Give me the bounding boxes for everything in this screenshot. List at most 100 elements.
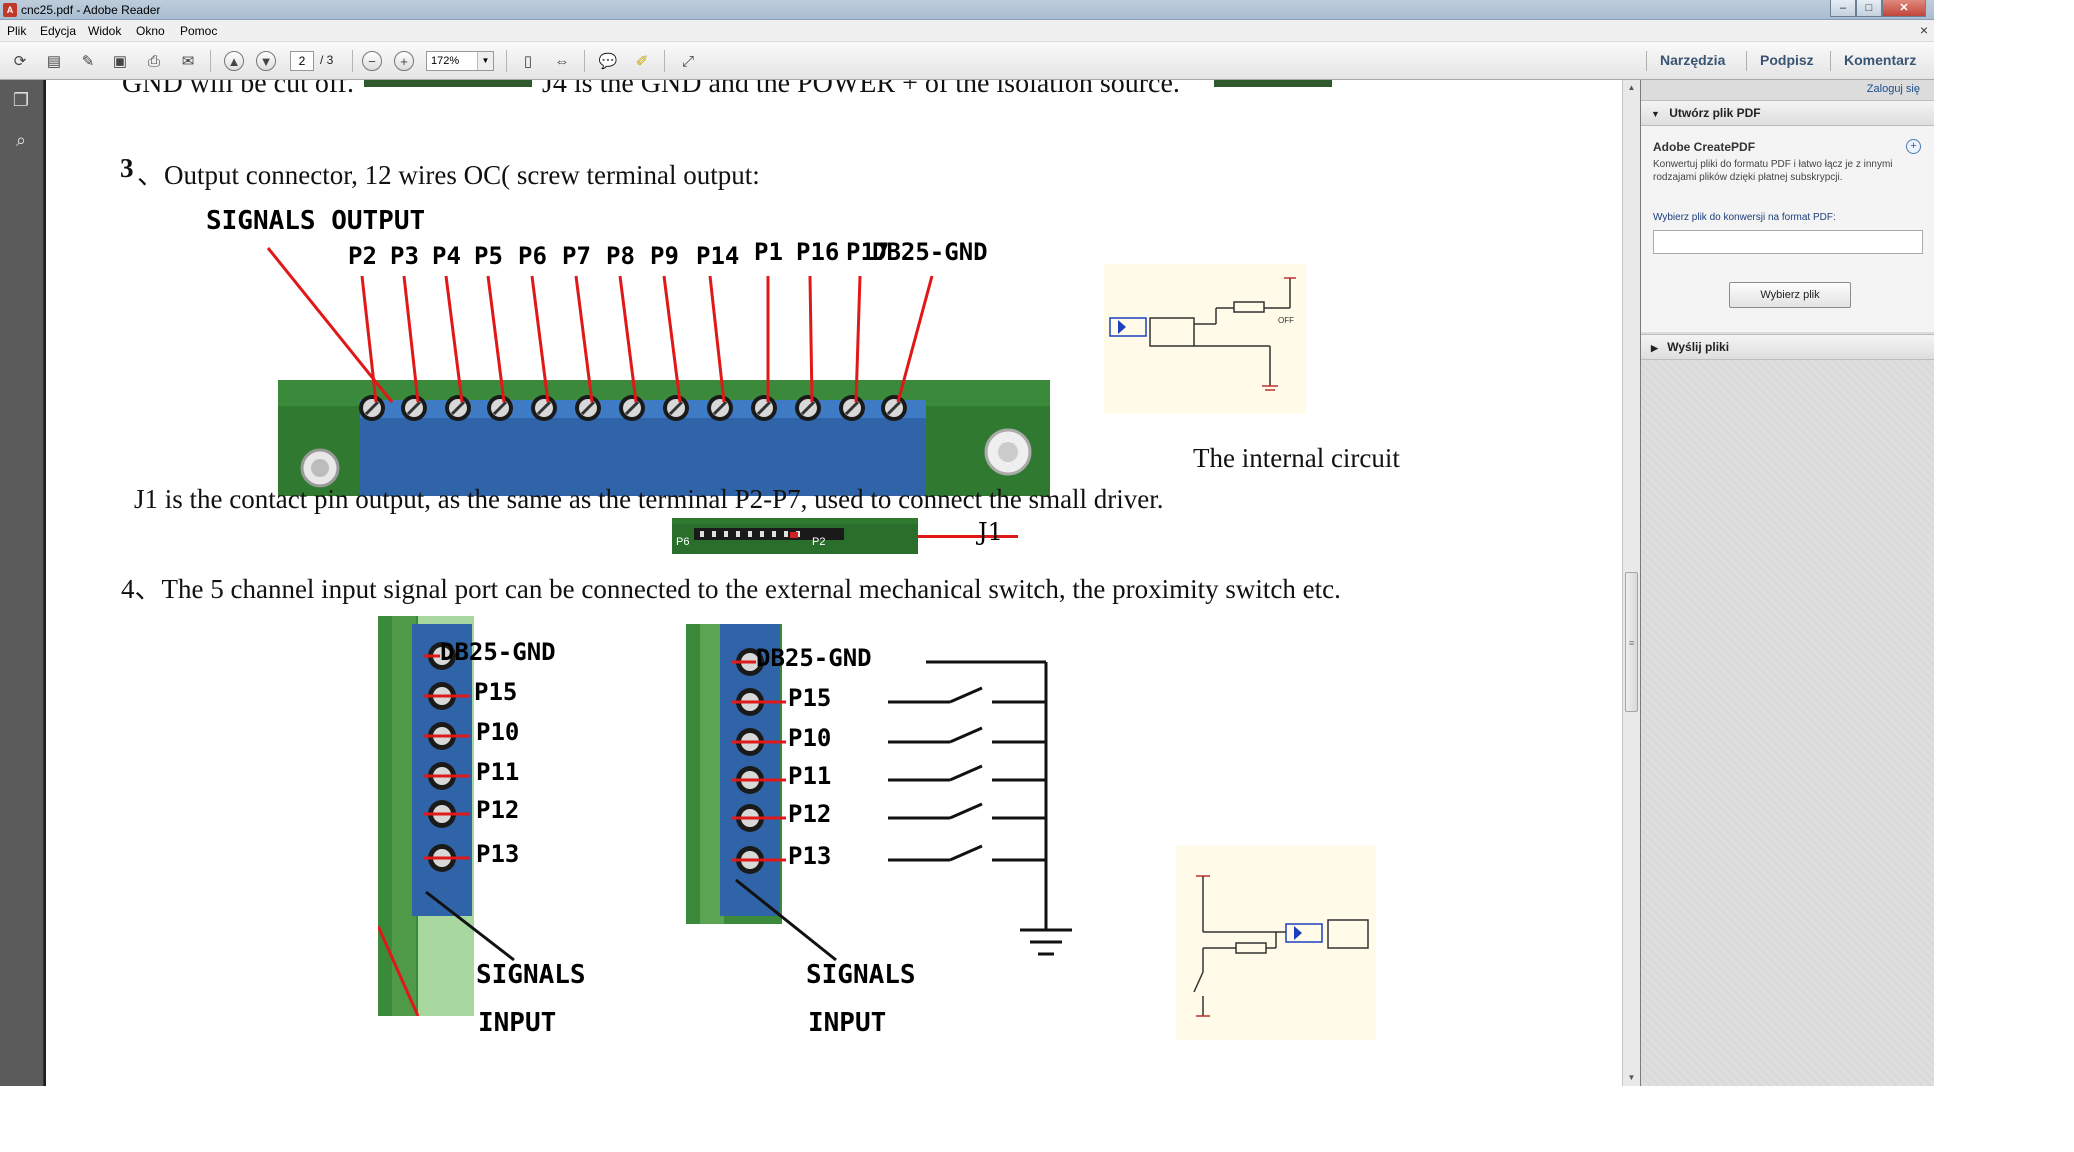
attachments-icon[interactable]: ⌕ [10,130,32,154]
switch-contact [949,686,983,704]
input-pin-label: P12 [476,796,520,824]
menu-edycja[interactable]: Edycja [40,24,76,38]
output-pin-label: P7 [562,242,591,270]
switch-contact [949,726,983,744]
chevron-right-icon: ▶ [1651,343,1658,353]
create-pdf-title: Utwórz plik PDF [1669,106,1761,120]
create-icon[interactable]: ⟳ [8,49,32,73]
login-link[interactable]: Zaloguj się [1867,83,1920,95]
service-description: Konwertuj pliki do formatu PDF i łatwo ł… [1653,159,1893,183]
print-icon[interactable]: ⎙ [142,49,166,73]
output-pin-label: P8 [606,242,635,270]
full-screen-icon[interactable]: ⤢ [676,49,700,73]
menu-okno[interactable]: Okno [136,24,165,38]
circuit-off-label: OFF [1278,316,1294,325]
document-view[interactable]: GND will be cut off. J4 is the GND and t… [44,80,1622,1086]
menu-plik[interactable]: Plik [7,24,26,38]
output-pin-label: P4 [432,242,461,270]
fit-width-icon[interactable]: ⇔ [550,49,574,73]
create-pdf-panel-header[interactable]: ▼ Utwórz plik PDF [1641,100,1934,126]
section-3-heading: 、Output connector, 12 wires OC( screw te… [137,160,760,190]
pdf-file-icon[interactable]: ▤ [42,49,66,73]
chevron-down-icon: ▼ [1651,109,1660,119]
toolbar-separator [352,50,353,72]
window-controls: – □ ✕ [1830,0,1926,18]
output-pin-label: DB25-GND [872,238,988,266]
output-pin-label: P14 [696,242,740,270]
input-pin-label: P12 [788,800,832,828]
output-pin-label: P16 [796,238,840,266]
highlight-icon[interactable]: ✐ [630,49,654,73]
vertical-scrollbar[interactable]: ▲ ≡ ▼ [1622,80,1640,1086]
send-files-panel-header[interactable]: ▶ Wyślij pliki [1641,334,1934,360]
save-icon[interactable]: ▣ [108,49,132,73]
close-window-button[interactable]: ✕ [1882,0,1926,17]
input-connector-photo-left [378,616,474,1016]
internal-circuit-diagram: OFF [1104,264,1306,414]
toolbar: ⟳ ▤ ✎ ▣ ⎙ ✉ ▲ ▼ 2 / 3 − + 172% ▼ ▯ ⇔ 💬 ✐… [0,42,1934,80]
zoom-in-icon[interactable]: + [394,51,414,71]
toolbar-separator [584,50,585,72]
scroll-down-icon[interactable]: ▼ [1623,1070,1640,1086]
maximize-button[interactable]: □ [1856,0,1882,17]
toolbar-separator [1746,51,1747,71]
output-pin-label: P3 [390,242,419,270]
section-4-heading: 4、The 5 channel input signal port can be… [121,574,1341,604]
input-pin-label: P13 [788,842,832,870]
minimize-button[interactable]: – [1830,0,1856,17]
email-icon[interactable]: ✉ [176,49,200,73]
toolbar-separator [506,50,507,72]
file-path-field[interactable] [1653,230,1923,254]
previous-page-icon[interactable]: ▲ [224,51,244,71]
zoom-select[interactable]: 172% ▼ [426,51,494,71]
zoom-value: 172% [431,55,460,67]
choose-file-button[interactable]: Wybierz plik [1729,282,1851,308]
scroll-up-icon[interactable]: ▲ [1623,80,1640,96]
signals-input-label-right-1: SIGNALS [806,960,916,990]
comment-bubble-icon[interactable]: 💬 [596,49,620,73]
input-pin-label: P13 [476,840,520,868]
tools-tab[interactable]: Narzędzia [1660,52,1725,68]
toolbar-separator [1830,51,1831,71]
comment-tab[interactable]: Komentarz [1844,52,1916,68]
window-title: cnc25.pdf - Adobe Reader [21,3,161,17]
j1-header-photo: P6 P2 [672,518,918,554]
switch-contact [949,844,983,862]
title-bar: A cnc25.pdf - Adobe Reader – □ ✕ [0,0,1934,20]
scrollbar-thumb[interactable]: ≡ [1625,572,1638,712]
switch-contact [949,764,983,782]
zoom-out-icon[interactable]: − [362,51,382,71]
add-icon[interactable]: + [1906,139,1921,154]
navigation-pane: ❐ ⌕ [0,80,44,1086]
fit-page-icon[interactable]: ▯ [516,49,540,73]
toolbar-separator [210,50,211,72]
close-document-icon[interactable]: × [1920,22,1928,38]
internal-circuit-caption: The internal circuit [1193,443,1400,473]
choose-file-label: Wybierz plik do konwersji na format PDF: [1653,212,1836,223]
adobe-reader-window: A cnc25.pdf - Adobe Reader – □ ✕ Plik Ed… [0,0,1934,1086]
signals-input-label-left-1: SIGNALS [476,960,586,990]
output-pin-label: P6 [518,242,547,270]
j1-label: J1 [978,518,1003,546]
j1-leader-line [918,535,1018,538]
create-pdf-panel: Adobe CreatePDF + Konwertuj pliki do for… [1641,126,1934,332]
input-pin-label: P15 [788,684,832,712]
page-thumbnails-icon[interactable]: ❐ [10,90,32,114]
signals-input-label-right-2: INPUT [808,1008,887,1038]
edit-icon[interactable]: ✎ [76,49,100,73]
switch-contact [949,802,983,820]
next-page-icon[interactable]: ▼ [256,51,276,71]
page-number-input[interactable]: 2 [290,51,314,71]
menu-bar: Plik Edycja Widok Okno Pomoc × [0,20,1934,42]
board-photo-strip [364,80,532,87]
menu-pomoc[interactable]: Pomoc [180,24,217,38]
sign-tab[interactable]: Podpisz [1760,52,1814,68]
menu-widok[interactable]: Widok [88,24,121,38]
adobe-reader-icon: A [3,3,17,17]
service-name: Adobe CreatePDF [1653,140,1756,154]
input-pin-label: DB25-GND [440,638,556,666]
tools-pane: Zaloguj się ▼ Utwórz plik PDF Adobe Crea… [1640,80,1934,1086]
input-pin-label: P10 [788,724,832,752]
output-connector-photo [278,256,1050,496]
chevron-down-icon[interactable]: ▼ [477,52,493,70]
